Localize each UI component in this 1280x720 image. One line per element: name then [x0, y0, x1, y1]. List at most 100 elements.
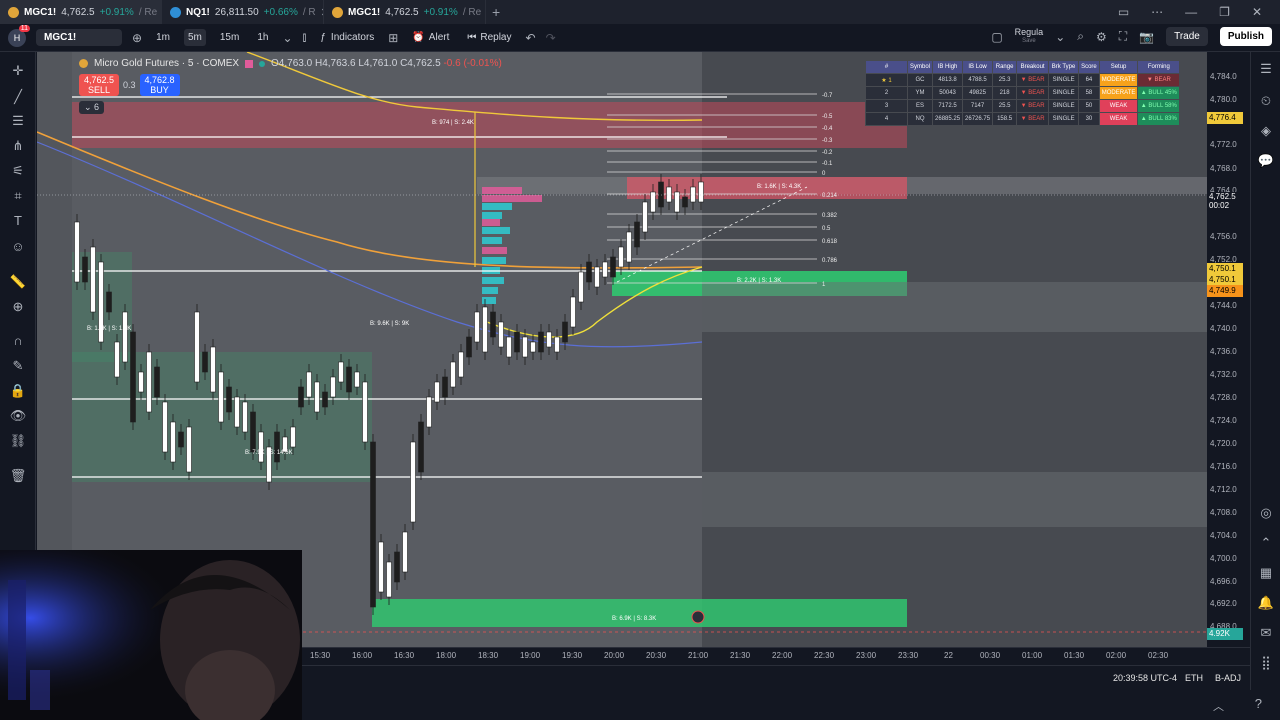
indicator-collapse-button[interactable]: ⌄ 6 — [79, 101, 105, 114]
link-icon[interactable]: ⛓ — [9, 432, 27, 450]
candle-body — [210, 346, 216, 393]
trendline-icon[interactable]: ╱ — [9, 88, 27, 106]
fullscreen-icon[interactable]: ⛶ — [1119, 29, 1127, 44]
chevron-down-icon[interactable]: ⌄ — [1055, 30, 1065, 44]
maximize-icon[interactable]: ❐ — [1219, 5, 1230, 19]
alerts-clock-icon[interactable]: ⏲ — [1257, 92, 1275, 110]
lock-icon[interactable]: 🔒 — [9, 382, 27, 400]
publish-button[interactable]: Publish — [1219, 27, 1272, 46]
nasdaq-favicon-icon — [170, 6, 181, 18]
spread-value: 0.3 — [123, 80, 136, 90]
zone-volume-label: B: 9.6K | S: 9K — [370, 321, 409, 327]
pitchfork-icon[interactable]: ⋔ — [9, 137, 27, 155]
avatar[interactable]: H 11 — [8, 24, 30, 47]
volume-profile-bar — [482, 257, 506, 264]
candle-body — [522, 336, 528, 358]
watchlist-icon[interactable]: ☰ — [1257, 60, 1275, 78]
price-scale-label: 4,756.0 — [1210, 232, 1237, 241]
camera-icon[interactable]: 📷 — [1139, 30, 1154, 44]
help-icon[interactable]: ? — [1255, 696, 1262, 711]
tab-symbol: MGC1! — [348, 6, 381, 18]
sell-button[interactable]: 4,762.5 SELL — [79, 74, 119, 96]
target-icon[interactable]: ◎ — [1257, 504, 1275, 522]
chat-icon[interactable]: 💬 — [1257, 152, 1275, 170]
undo-icon[interactable]: ↶ — [526, 31, 536, 45]
brush-icon[interactable]: ⌗ — [9, 187, 27, 205]
tab-mgc1[interactable]: MGC1! 4,762.5 +0.91% / Re ✕ — [0, 0, 162, 24]
chevron-down-icon[interactable]: ⌄ — [282, 31, 292, 45]
templates-icon[interactable]: ⊞ — [388, 31, 398, 45]
minimize-icon[interactable]: — — [1185, 5, 1197, 19]
chevron-up-icon[interactable]: ︿ — [1213, 698, 1224, 714]
ruler-icon[interactable]: 📏 — [9, 273, 27, 291]
indicator-count: 6 — [94, 102, 100, 112]
candle-body — [514, 331, 520, 353]
table-cell: 7172.5 — [932, 99, 964, 113]
interval-15m[interactable]: 15m — [216, 29, 243, 46]
crosshair-icon[interactable]: ✛ — [9, 62, 27, 80]
window-close-icon[interactable]: ✕ — [1252, 5, 1262, 19]
notifications-badge-icon[interactable]: ✉ — [1257, 624, 1275, 642]
zone-volume-label: B: 7.9K | S: 14.6K — [245, 450, 293, 456]
candle-body — [298, 386, 304, 408]
candle-body — [666, 186, 672, 203]
apps-grid-icon[interactable]: ⣿ — [1257, 654, 1275, 672]
candle-body — [554, 336, 560, 353]
time-scale-label: 22 — [944, 651, 953, 660]
candle-body — [226, 386, 232, 413]
compare-add-icon[interactable]: ⊕ — [132, 31, 142, 45]
buy-button[interactable]: 4,762.8 BUY — [139, 74, 180, 96]
settings-gear-icon[interactable]: ⚙ — [1096, 30, 1107, 44]
market-open-icon — [259, 60, 266, 67]
replay-button[interactable]: ⏮ Replay — [463, 29, 515, 46]
interval-1h[interactable]: 1h — [253, 29, 272, 46]
adjustment-mode[interactable]: B-ADJ — [1215, 673, 1241, 683]
layers-icon[interactable]: ◈ — [1257, 122, 1275, 140]
candle-body — [482, 306, 488, 353]
layout-name[interactable]: Regula Save — [1015, 27, 1044, 46]
table-cell: 26726.75 — [962, 112, 994, 126]
fib-tool-icon[interactable]: ⚟ — [9, 162, 27, 180]
fib-label: 0.786 — [822, 258, 838, 264]
candle-body — [618, 246, 624, 268]
price-scale-label: 4,772.0 — [1210, 140, 1237, 149]
magnet-icon[interactable]: ∩ — [9, 332, 27, 350]
more-icon[interactable]: ⋯ — [1151, 5, 1163, 19]
zoom-in-icon[interactable]: ⊕ — [9, 298, 27, 316]
trade-button[interactable]: Trade — [1166, 27, 1208, 46]
notifications-icon[interactable]: 🔔 — [1257, 594, 1275, 612]
price-scale[interactable]: 4,784.0 4,780.0 4,772.0 4,768.0 4,764.0 4,756… — [1207, 52, 1250, 647]
tab-mgc1-second[interactable]: MGC1! 4,762.5 +0.91% / Re ✕ — [324, 0, 486, 24]
candle-body — [410, 441, 416, 523]
cast-icon[interactable]: ▭ — [1118, 5, 1129, 19]
trash-icon[interactable]: 🗑 — [9, 467, 27, 485]
tab-nq1[interactable]: NQ1! 26,811.50 +0.66% / R ✕ — [162, 0, 324, 24]
interval-5m[interactable]: 5m — [183, 29, 206, 46]
table-cell: SINGLE — [1048, 86, 1080, 100]
candle-body — [642, 201, 648, 233]
indicators-button[interactable]: ƒ Indicators — [316, 29, 378, 46]
ideas-icon[interactable]: ⌃ — [1257, 534, 1275, 552]
candle-body — [202, 351, 208, 373]
interval-1m[interactable]: 1m — [152, 29, 174, 46]
time-scale-label: 02:00 — [1106, 651, 1127, 660]
flag-icon[interactable] — [245, 59, 254, 68]
emoji-icon[interactable]: ☺ — [9, 238, 27, 256]
quick-search-icon[interactable]: ⌕ — [1077, 29, 1084, 44]
horizontal-lines-icon[interactable]: ☰ — [9, 112, 27, 130]
fib-label: 0.382 — [822, 213, 838, 219]
window-controls: ▭ ⋯ — ❐ ✕ — [1118, 0, 1280, 24]
stay-drawing-icon[interactable]: ✎ — [9, 357, 27, 375]
redo-icon[interactable]: ↷ — [546, 31, 556, 45]
alert-button[interactable]: ⏰ Alert — [408, 29, 453, 46]
new-tab-icon[interactable]: + — [492, 4, 500, 20]
candle-type-icon[interactable]: ⫾ — [303, 30, 307, 45]
symbol-search[interactable]: MGC1! — [36, 29, 122, 46]
calendar-icon[interactable]: ▦ — [1257, 564, 1275, 582]
text-tool-icon[interactable]: T — [9, 212, 27, 230]
candle-body — [386, 561, 392, 598]
layout-icon[interactable]: ▢ — [991, 30, 1002, 44]
session-type[interactable]: ETH — [1185, 673, 1203, 683]
eye-icon[interactable]: 👁 — [9, 407, 27, 425]
table-cell: GC — [906, 73, 934, 87]
